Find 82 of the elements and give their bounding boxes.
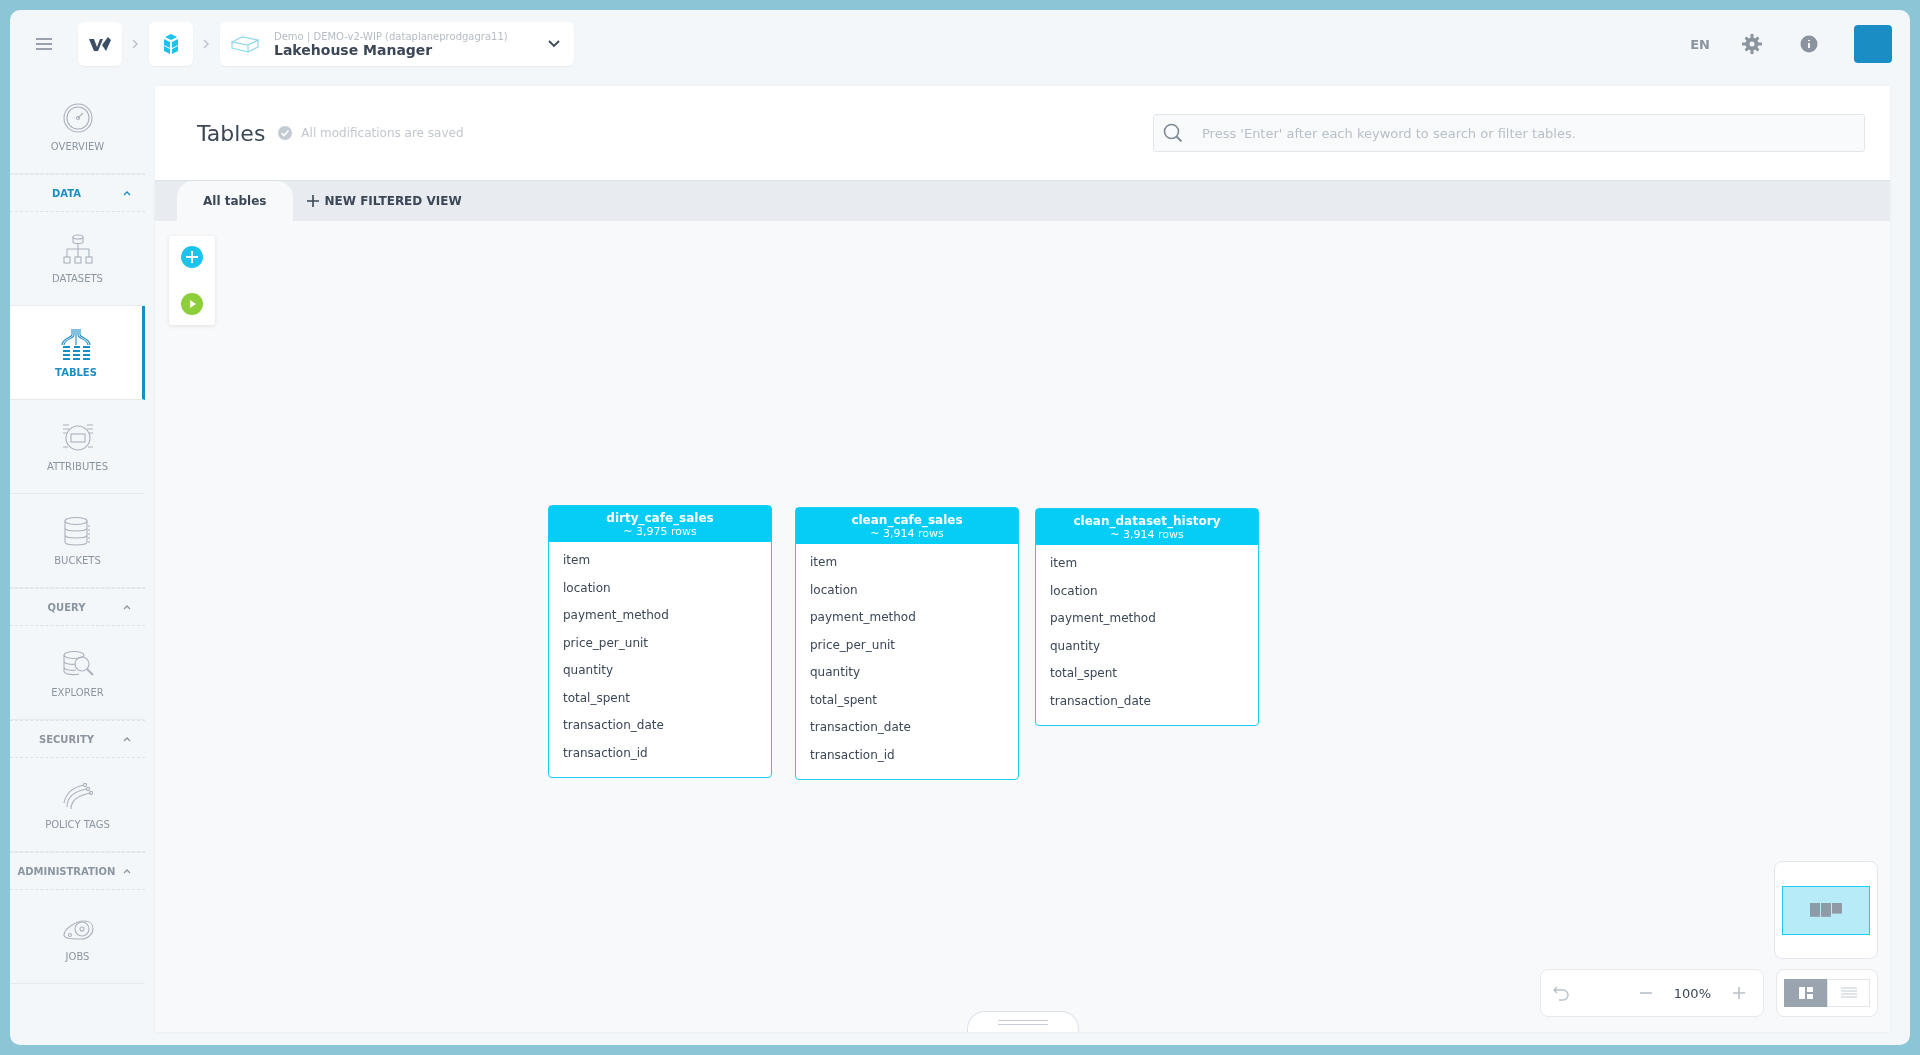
minimap[interactable] [1774, 861, 1878, 959]
language-selector[interactable]: EN [1690, 36, 1710, 52]
table-name: clean_dataset_history [1073, 514, 1221, 528]
add-icon[interactable] [181, 246, 203, 268]
column-name: payment_method [809, 609, 917, 626]
caret-icon[interactable] [123, 868, 131, 874]
column-name: item [1049, 555, 1079, 572]
tab[interactable]: NEW FILTERED VIEW [292, 181, 490, 221]
nav-item[interactable]: TABLES [10, 306, 145, 400]
column-name: total_spent [562, 689, 631, 707]
list-icon [1840, 987, 1857, 999]
zoom-in-icon[interactable] [1733, 987, 1745, 999]
lakehouse-icon [230, 35, 260, 53]
menu-icon[interactable] [36, 38, 52, 50]
hierarchy-icon [60, 233, 95, 267]
row-count: ~ 3,914 rows [1110, 528, 1184, 541]
row-count: ~ 3,975 rows [623, 525, 697, 538]
breadcrumb-context: Demo | DEMO-v2-WIP (dataplaneprodgagra11) [274, 30, 509, 42]
column-name: transaction_date [562, 717, 665, 734]
column-name: transaction_date [809, 719, 912, 736]
column-name: total_spent [809, 691, 878, 709]
column-name: total_spent [1049, 665, 1118, 682]
page-title: Tables [197, 120, 266, 146]
row-count: ~ 3,914 rows [870, 527, 944, 540]
nav-item[interactable]: BUCKETS [10, 494, 145, 588]
column-name: payment_method [1049, 610, 1157, 627]
save-status: All modifications are saved [301, 126, 464, 140]
column-name: price_per_unit [809, 636, 897, 654]
chevron-icon [132, 39, 139, 49]
settings-icon[interactable] [1742, 34, 1762, 54]
column-name: transaction_date [1049, 692, 1152, 710]
nav-item[interactable]: OVERVIEW [10, 80, 145, 174]
caret-icon[interactable] [123, 604, 131, 610]
column-name: location [1049, 582, 1099, 600]
view-mode-button[interactable] [1784, 979, 1827, 1007]
chevron-down-icon[interactable] [548, 40, 560, 48]
plus-icon [306, 195, 319, 207]
gauge-icon [60, 101, 95, 135]
nav-item[interactable]: EXPLORER [10, 626, 145, 720]
table-node[interactable]: clean_cafe_sales ~ 3,914 rows item location payment_method price_per_unit quantity total_spent transaction_date transaction_id [795, 507, 1019, 780]
layout-icon [1798, 987, 1813, 999]
column-name: price_per_unit [562, 634, 650, 652]
logo-button[interactable] [78, 22, 122, 66]
nav-item[interactable]: ATTRIBUTES [10, 400, 145, 494]
check-icon [278, 126, 293, 140]
column-name: quantity [1049, 637, 1102, 655]
drawer-handle[interactable] [966, 1011, 1079, 1032]
caret-icon[interactable] [123, 190, 131, 196]
section-header[interactable]: DATA [10, 174, 145, 212]
column-name: transaction_id [809, 746, 896, 764]
column-name: item [562, 552, 592, 569]
table-name: clean_cafe_sales [851, 513, 963, 527]
column-name: item [809, 554, 839, 571]
column-name: payment_method [562, 607, 670, 624]
section-header[interactable]: QUERY [10, 588, 145, 626]
table-stack-icon [59, 327, 93, 361]
tab[interactable]: All tables [177, 181, 293, 221]
table-node[interactable]: clean_dataset_history ~ 3,914 rows item location payment_method quantity total_spent transaction_date [1035, 508, 1259, 726]
play-icon[interactable] [181, 293, 203, 315]
nav-item[interactable]: POLICY TAGS [10, 758, 145, 852]
column-name: quantity [562, 662, 615, 679]
search-field[interactable]: Press 'Enter' after each keyword to search or filter tables. [1153, 114, 1865, 152]
nav-item[interactable]: JOBS [10, 890, 145, 984]
cubes-button[interactable] [149, 22, 193, 66]
info-icon[interactable] [1800, 35, 1818, 53]
undo-icon[interactable] [1553, 985, 1569, 1001]
logo-icon [88, 36, 112, 52]
minimap-viewport[interactable] [1782, 885, 1870, 935]
section-header[interactable]: SECURITY [10, 720, 145, 758]
column-name: location [809, 581, 859, 599]
app-title: Lakehouse Manager [274, 41, 433, 58]
caret-icon[interactable] [123, 736, 131, 742]
chevron-icon [203, 39, 210, 49]
app-selector[interactable]: Demo | DEMO-v2-WIP (dataplaneprodgagra11) Lakehouse Manager [220, 22, 574, 66]
table-node[interactable]: dirty_cafe_sales ~ 3,975 rows item location payment_method price_per_unit quantity total_spent transaction_date transaction_id [548, 505, 772, 778]
table-name: dirty_cafe_sales [606, 511, 714, 525]
minimap-nodes-drawing [1809, 903, 1843, 917]
column-name: quantity [809, 664, 862, 681]
zoom-level: 100% [1673, 985, 1711, 1001]
section-header[interactable]: ADMINISTRATION [10, 852, 145, 890]
column-name: transaction_id [562, 744, 649, 762]
column-name: location [562, 579, 612, 597]
